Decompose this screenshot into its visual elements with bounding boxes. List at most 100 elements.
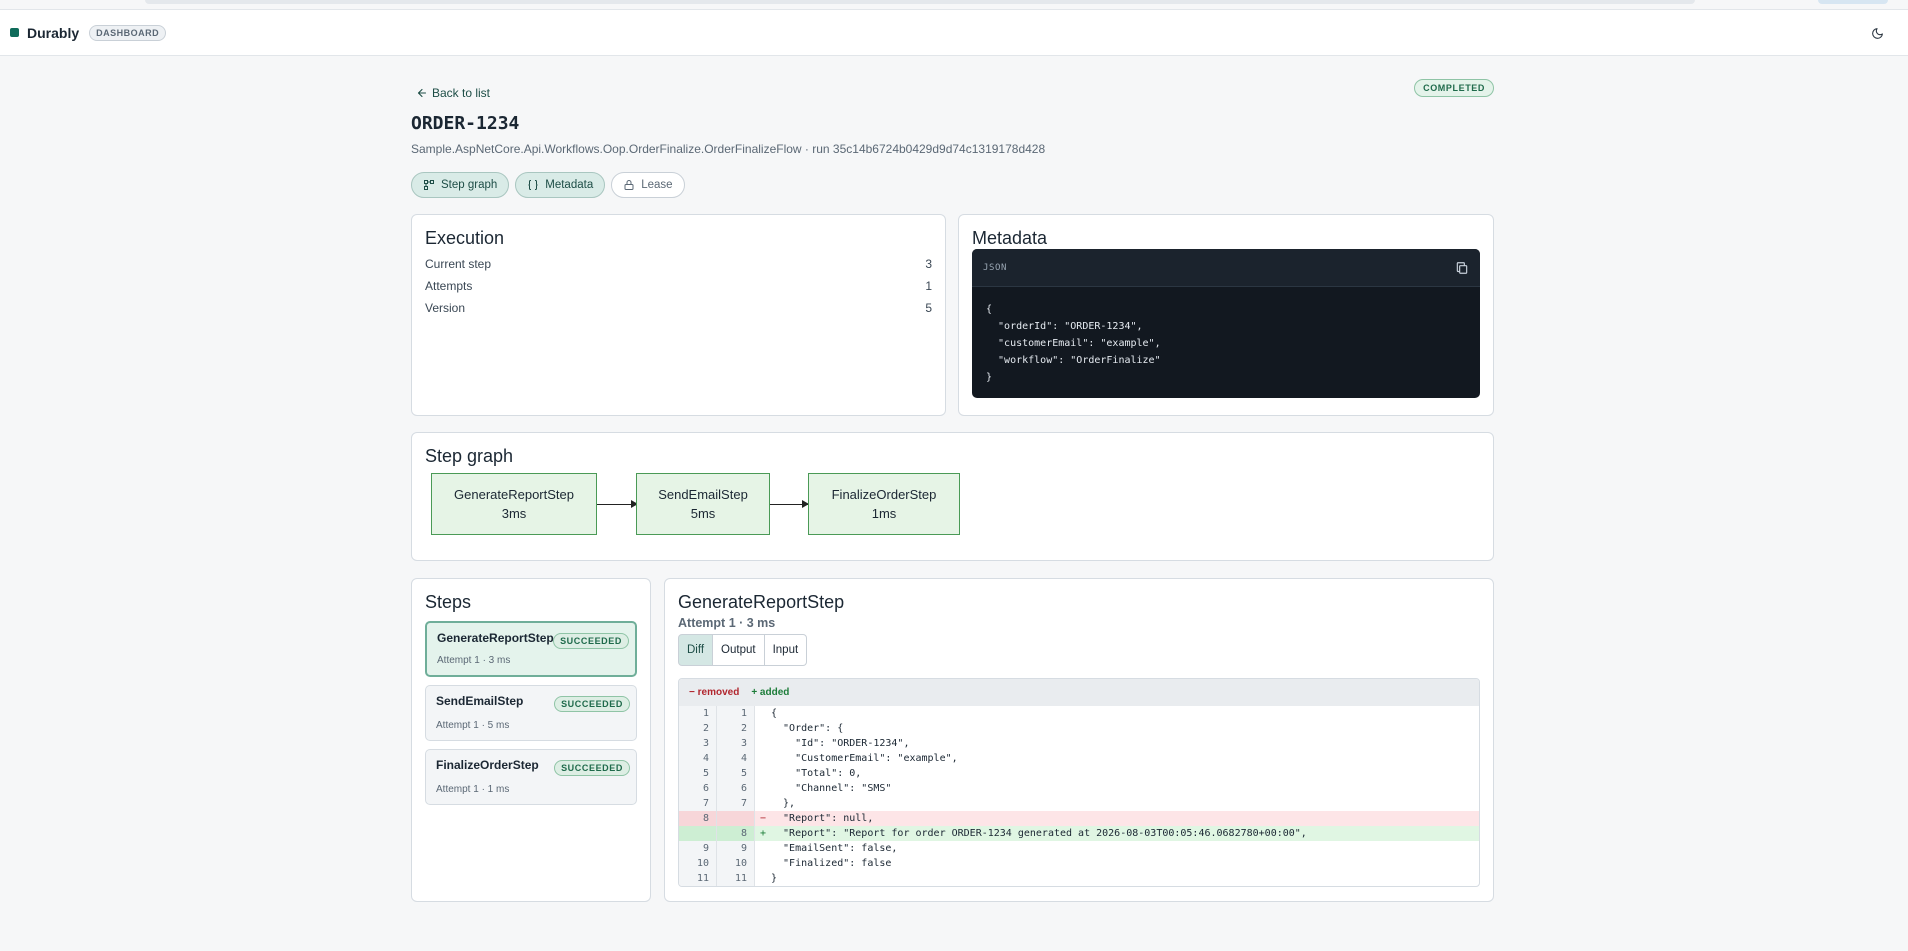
json-viewer: JSON { "orderId": "ORDER-1234", "custome…	[972, 249, 1480, 398]
diff-code: }	[771, 873, 778, 884]
new-line-number: 5	[717, 766, 755, 781]
step-graph-canvas: GenerateReportStep 3ms SendEmailStep 5ms…	[425, 467, 1480, 547]
execution-card: Execution Current step 3 Attempts 1 Vers…	[411, 214, 946, 416]
metadata-card: Metadata JSON { "orderId": "ORDER-1234",…	[958, 214, 1494, 416]
diff-lines: 1 1{2 2 "Order": {3 3 "Id": "ORDER-1234", 4 4…	[679, 706, 1479, 886]
graph-edge	[597, 500, 638, 508]
diff-legend: − removed + added	[679, 679, 1479, 706]
chip-lease[interactable]: Lease	[611, 172, 685, 198]
arrow-left-icon	[417, 88, 427, 98]
kv-value: 1	[925, 279, 932, 293]
diff-line: 55 "Total": 0,	[679, 766, 1479, 781]
step-detail-subtitle: Attempt 1 · 3 ms	[678, 616, 776, 630]
chip-metadata-label: Metadata	[545, 179, 594, 191]
diff-sign	[755, 856, 771, 871]
diff-code: "Order": {	[771, 723, 844, 734]
chip-step-graph-label: Step graph	[441, 179, 498, 191]
tab-input[interactable]: Input	[764, 634, 808, 666]
workflow-subtitle: Sample.AspNetCore.Api.Workflows.Oop.Orde…	[411, 142, 1046, 156]
chip-metadata[interactable]: Metadata	[515, 172, 606, 198]
braces-icon	[528, 180, 538, 190]
theme-toggle-button[interactable]	[1868, 24, 1886, 42]
execution-row-attempts: Attempts 1	[425, 279, 932, 293]
steps-card: Steps GenerateReportStep SUCCEEDED Attem…	[411, 578, 651, 902]
graph-node-name: GenerateReportStep	[454, 487, 574, 502]
step-status-badge: SUCCEEDED	[554, 760, 630, 776]
diff-sign: −	[759, 813, 767, 824]
status-badge: COMPLETED	[1414, 79, 1494, 97]
new-line-number: 8	[717, 826, 755, 841]
diff-line: 44 "CustomerEmail": "example",	[679, 751, 1479, 766]
lock-icon	[624, 180, 634, 190]
step-meta: Attempt 1 · 5 ms	[436, 720, 510, 731]
dashboard-badge: DASHBOARD	[89, 24, 167, 41]
graph-node-send-email[interactable]: SendEmailStep 5ms	[636, 473, 770, 535]
back-to-list-link[interactable]: Back to list	[416, 86, 490, 100]
new-line-number: 9	[717, 841, 755, 856]
kv-label: Attempts	[425, 279, 473, 293]
legend-added: + added	[751, 687, 790, 698]
tab-diff[interactable]: Diff	[678, 634, 714, 666]
diff-code: "Report": null,	[771, 813, 874, 824]
old-line-number: 10	[679, 856, 717, 871]
diff-sign	[755, 781, 771, 796]
address-bar	[145, 0, 1695, 4]
step-item-send-email[interactable]: SendEmailStep SUCCEEDED Attempt 1 · 5 ms	[425, 685, 637, 741]
old-line-number: 1	[679, 706, 717, 721]
graph-node-name: FinalizeOrderStep	[831, 487, 937, 502]
step-meta: Attempt 1 · 1 ms	[436, 784, 510, 795]
moon-icon	[1871, 27, 1883, 39]
step-item-finalize-order[interactable]: FinalizeOrderStep SUCCEEDED Attempt 1 · …	[425, 749, 637, 805]
kv-label: Current step	[425, 257, 492, 271]
diff-code: "Total": 0,	[771, 768, 862, 779]
step-detail-title: GenerateReportStep	[678, 592, 845, 612]
graph-node-finalize-order[interactable]: FinalizeOrderStep 1ms	[808, 473, 960, 535]
diff-line: 1 1 {	[679, 706, 1479, 721]
diff-code: "Finalized": false	[771, 858, 892, 869]
diff-code: "Id": "ORDER-1234",	[771, 738, 910, 749]
diff-code: "Report": "Report for order ORDER-1234 g…	[771, 828, 1307, 839]
old-line-number: 5	[679, 766, 717, 781]
diff-line: 10 10 "Finalized": false	[679, 856, 1479, 871]
page-title: ORDER-1234	[411, 113, 520, 134]
execution-row-current-step: Current step 3	[425, 257, 932, 271]
diff-sign	[755, 841, 771, 856]
old-line-number: 3	[679, 736, 717, 751]
diff-sign	[755, 796, 771, 811]
step-status-badge: SUCCEEDED	[553, 633, 629, 649]
tab-output[interactable]: Output	[713, 634, 765, 666]
diff-sign	[755, 736, 771, 751]
new-line-number: 10	[717, 856, 755, 871]
old-line-number: 7	[679, 796, 717, 811]
json-content: { "orderId": "ORDER-1234", "customerEmai…	[986, 304, 1161, 383]
diff-sign	[755, 706, 771, 721]
legend-removed: − removed	[689, 687, 740, 698]
old-line-number: 11	[679, 871, 717, 886]
kv-label: Version	[425, 301, 466, 315]
diff-code: },	[771, 798, 796, 809]
copy-icon[interactable]	[1455, 261, 1469, 275]
section-chips: Step graph Metadata Lease	[411, 172, 685, 198]
brand-name[interactable]: Durably	[27, 25, 79, 41]
new-line-number: 11	[717, 871, 755, 886]
new-line-number: 6	[717, 781, 755, 796]
step-graph-card: Step graph GenerateReportStep 3ms SendEm…	[411, 432, 1494, 561]
graph-node-generate-report[interactable]: GenerateReportStep 3ms	[431, 473, 597, 535]
step-detail-card: GenerateReportStep Attempt 1 · 3 ms Diff…	[664, 578, 1494, 902]
new-line-number: 4	[717, 751, 755, 766]
old-line-number: 9	[679, 841, 717, 856]
step-item-generate-report[interactable]: GenerateReportStep SUCCEEDED Attempt 1 ·…	[425, 621, 637, 677]
graph-icon	[424, 180, 434, 190]
diff-sign	[755, 751, 771, 766]
execution-row-version: Version 5	[425, 301, 932, 315]
chip-step-graph[interactable]: Step graph	[411, 172, 510, 198]
new-line-number: 2	[717, 721, 755, 736]
json-label: JSON	[983, 262, 1008, 273]
new-line-number: 3	[717, 736, 755, 751]
diff-sign	[755, 721, 771, 736]
graph-node-name: SendEmailStep	[658, 487, 748, 502]
kv-value: 5	[925, 301, 932, 315]
graph-node-duration: 3ms	[501, 506, 527, 521]
chip-lease-label: Lease	[641, 179, 673, 191]
graph-edge	[770, 500, 809, 508]
